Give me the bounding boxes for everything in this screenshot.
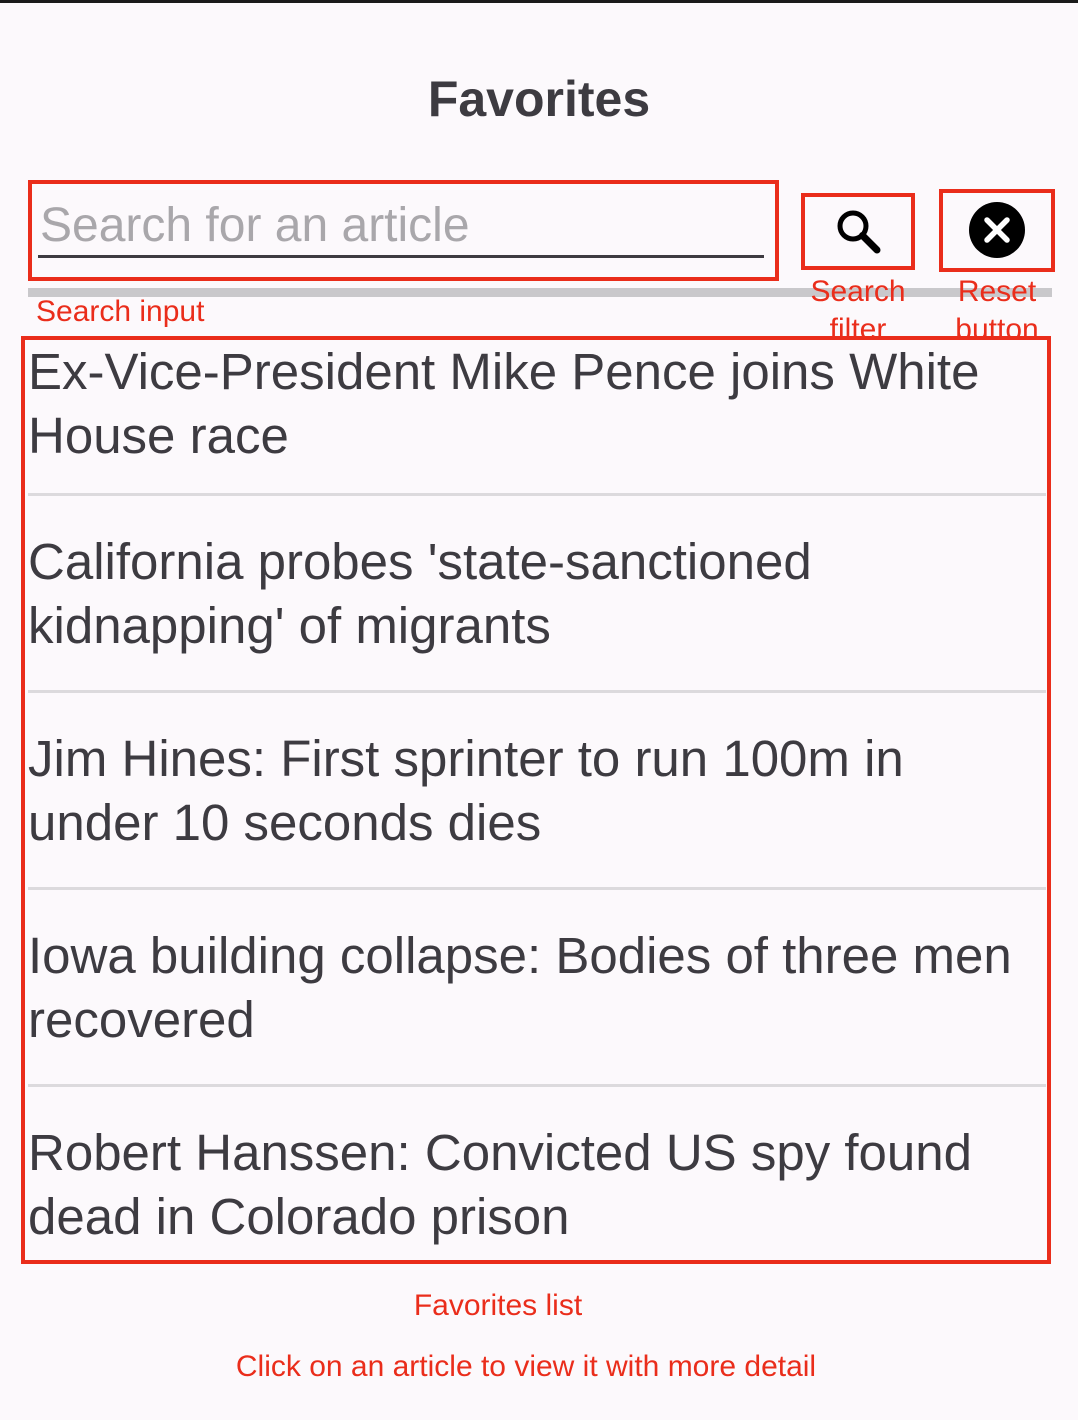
favorites-list-annotation-box — [21, 336, 1051, 1264]
search-filter-annotation-label-line2: filter — [829, 313, 887, 337]
search-filter-annotation-box — [801, 193, 915, 270]
top-border — [0, 0, 1078, 3]
reset-button-annotation-label-line1: Reset — [957, 275, 1037, 308]
reset-button-annotation-box — [939, 189, 1055, 272]
page-title: Favorites — [427, 71, 651, 127]
search-filter-annotation-label-line1: Search — [810, 275, 906, 308]
search-input-annotation-label: Search input — [36, 295, 205, 328]
favorites-list-annotation-label: Favorites list — [413, 1289, 583, 1322]
search-input-annotation-box — [28, 180, 779, 281]
reset-button-annotation-label-line2: button — [955, 313, 1039, 337]
favorites-hint-annotation-label: Click on an article to view it with more… — [235, 1350, 817, 1383]
